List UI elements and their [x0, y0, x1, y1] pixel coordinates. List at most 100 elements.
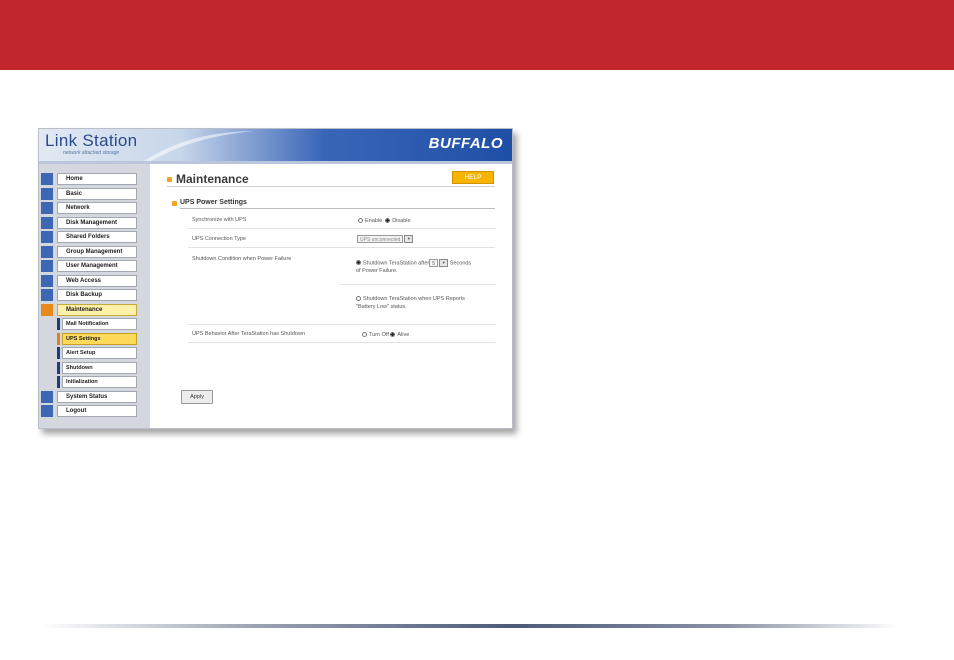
shutdown-after-tail: of Power Failure.	[356, 268, 398, 275]
subnav-label: Mail Notification	[62, 318, 137, 330]
behavior-label: UPS Behavior After TeraStation has Shutd…	[192, 331, 306, 337]
subnav-label: Shutdown	[62, 362, 137, 374]
row-divider	[340, 284, 495, 285]
apply-button[interactable]: Apply	[181, 390, 213, 404]
sync-enable-label: Enable	[365, 218, 383, 224]
folder-icon	[41, 231, 53, 243]
nav-label: Logout	[57, 405, 137, 417]
nav-logout[interactable]: Logout	[41, 405, 137, 417]
behavior-options: Turn Off Alive	[362, 331, 409, 339]
footer-line	[40, 624, 900, 628]
nav-label: Shared Folders	[57, 231, 137, 243]
logout-icon	[41, 405, 53, 417]
subnav-mail-notification[interactable]: Mail Notification	[57, 318, 137, 330]
behavior-alive-label: Alive	[397, 332, 410, 338]
sidebar: Home Basic Network Disk Management Share…	[39, 164, 150, 428]
tools-icon	[41, 304, 53, 316]
shutdown-after-radio[interactable]	[356, 260, 361, 266]
conn-select-value: UPS unconnected	[357, 235, 404, 243]
nav-basic[interactable]: Basic	[41, 188, 137, 200]
sync-enable-radio[interactable]	[358, 218, 363, 223]
row-divider	[188, 342, 495, 343]
chevron-down-icon: ▼	[439, 259, 449, 267]
nav-label: Disk Management	[57, 217, 137, 229]
subnav-label: UPS Settings	[62, 333, 137, 345]
subnav-label: Initialization	[62, 376, 137, 388]
sync-label: Synchronize with UPS	[192, 217, 247, 223]
section-divider	[180, 208, 495, 209]
sub-marker	[57, 333, 60, 345]
subnav-label: Alert Setup	[62, 347, 137, 359]
shutdown-option-2: Shutdown TeraStation when UPS Reports "B…	[356, 295, 465, 311]
sync-disable-radio[interactable]	[385, 218, 391, 223]
sub-marker	[57, 318, 60, 330]
sync-options: Enable Disable	[358, 217, 411, 225]
shutdown-after-unit: Seconds	[449, 260, 472, 267]
brand-logo: BUFFALO	[428, 135, 503, 152]
section-bullet-icon	[172, 201, 177, 206]
app-logo: Link Station	[45, 131, 138, 150]
sub-marker	[57, 362, 60, 374]
subnav-shutdown[interactable]: Shutdown	[57, 362, 137, 374]
title-bullet-icon	[167, 177, 172, 182]
disk-icon	[41, 217, 53, 229]
nav-label: Basic	[57, 188, 137, 200]
shutdown-option-1: Shutdown TeraStation after 5 ▼ Seconds of …	[356, 259, 471, 275]
app-banner: Link Station network attached storage BU…	[39, 129, 512, 161]
nav-label: Group Management	[57, 246, 137, 258]
subnav-initialization[interactable]: Initialization	[57, 376, 137, 388]
nav-home[interactable]: Home	[41, 173, 137, 185]
header-bar	[0, 0, 954, 70]
nav-label: Network	[57, 202, 137, 214]
nav-group-management[interactable]: Group Management	[41, 246, 137, 258]
chevron-down-icon: ▼	[404, 235, 414, 243]
nav-label: User Management	[57, 260, 137, 272]
main-content: Maintenance HELP UPS Power Settings Sync…	[150, 164, 512, 428]
behavior-turnoff-label: Turn Off	[369, 332, 389, 338]
nav-label: Web Access	[57, 275, 137, 287]
status-icon	[41, 391, 53, 403]
shutdown-battery-text: Shutdown TeraStation when UPS Reports	[363, 296, 466, 302]
nav-web-access[interactable]: Web Access	[41, 275, 137, 287]
row-divider	[188, 228, 495, 229]
nav-shared-folders[interactable]: Shared Folders	[41, 231, 137, 243]
behavior-alive-radio[interactable]	[390, 332, 396, 337]
subnav-ups-settings[interactable]: UPS Settings	[57, 333, 137, 345]
basic-icon	[41, 188, 53, 200]
network-icon	[41, 202, 53, 214]
page-title: Maintenance	[176, 172, 249, 186]
nav-user-management[interactable]: User Management	[41, 260, 137, 272]
shutdown-seconds-select[interactable]: 5	[429, 259, 439, 267]
nav-label: System Status	[57, 391, 137, 403]
nav-label: Maintenance	[57, 304, 137, 316]
sub-marker	[57, 347, 60, 359]
shutdown-label: Shutdown Condition when Power Failure	[192, 256, 292, 262]
linkstation-window: Link Station network attached storage BU…	[38, 128, 513, 429]
sub-marker	[57, 376, 60, 388]
conn-label: UPS Connection Type	[192, 236, 247, 242]
home-icon	[41, 173, 53, 185]
title-divider	[167, 186, 495, 187]
nav-disk-backup[interactable]: Disk Backup	[41, 289, 137, 301]
row-divider	[188, 247, 495, 248]
nav-label: Home	[57, 173, 137, 185]
shutdown-battery-radio[interactable]	[356, 296, 361, 301]
conn-select[interactable]: UPS unconnected ▼	[357, 235, 414, 243]
nav-disk-management[interactable]: Disk Management	[41, 217, 137, 229]
backup-icon	[41, 289, 53, 301]
nav-system-status[interactable]: System Status	[41, 391, 137, 403]
nav-maintenance[interactable]: Maintenance	[41, 304, 137, 316]
app-tagline: network attached storage	[63, 150, 120, 156]
group-icon	[41, 246, 53, 258]
row-divider	[188, 324, 495, 325]
user-icon	[41, 260, 53, 272]
section-title: UPS Power Settings	[180, 199, 247, 206]
nav-label: Disk Backup	[57, 289, 137, 301]
help-button[interactable]: HELP	[452, 171, 494, 184]
subnav-alert-setup[interactable]: Alert Setup	[57, 347, 137, 359]
nav-network[interactable]: Network	[41, 202, 137, 214]
web-icon	[41, 275, 53, 287]
sync-disable-label: Disable	[392, 218, 411, 224]
shutdown-after-text: Shutdown TeraStation after	[363, 260, 430, 267]
behavior-turnoff-radio[interactable]	[362, 332, 367, 337]
